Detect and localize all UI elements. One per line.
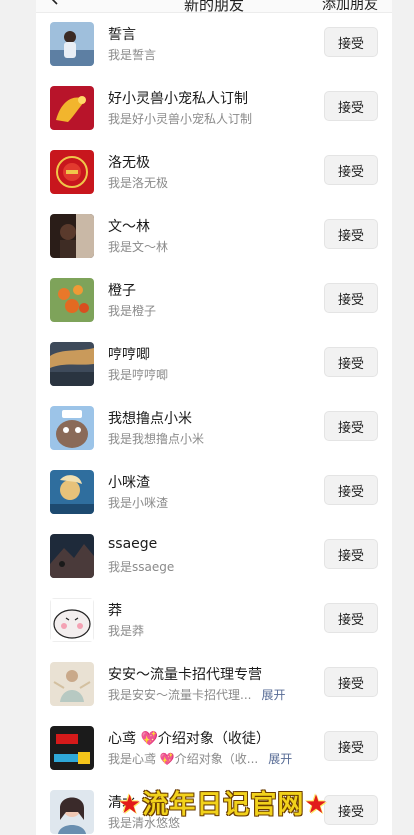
friend-name: 心鸢 💖介绍对象（收徒） [108,731,270,747]
friend-request-row[interactable]: 安安～流量卡招代理专营 我是安安～流量卡招代理... 展开 接受 [36,662,392,726]
friend-name: 橙子 [108,283,136,299]
avatar [50,534,94,578]
navigation-bar: 新的朋友 添加朋友 [36,0,392,14]
friend-name: 哼哼唧 [108,347,150,363]
friend-requests-panel: 新的朋友 添加朋友 誓言 我是誓言 接受 好小灵兽小宠私人订制 我是好小灵兽小宠… [36,0,392,835]
friend-name: 莽 [108,603,122,619]
message-text: 我是安安～流量卡招代理... [108,688,252,702]
friend-request-row[interactable]: 我想撸点小米 我是我想撸点小米 接受 [36,406,392,470]
friend-request-row[interactable]: 心鸢 💖介绍对象（收徒） 我是心鸢 💖介绍对象（收... 展开 接受 [36,726,392,790]
avatar [50,22,94,66]
star-icon: ★ [304,790,329,820]
accept-button[interactable]: 接受 [324,283,378,313]
star-icon: ★ [118,790,143,820]
friend-message: 我是洛无极 [108,176,169,190]
friend-name: 文～林 [108,219,150,235]
watermark-overlay: ★流年日记官网★ [118,784,408,824]
avatar [50,214,94,258]
accept-button[interactable]: 接受 [324,219,378,249]
friend-request-row[interactable]: 洛无极 我是洛无极 接受 [36,150,392,214]
avatar [50,598,94,642]
accept-button[interactable]: 接受 [324,475,378,505]
friend-name: 洛无极 [108,155,150,171]
avatar [50,278,94,322]
friend-request-row[interactable]: 好小灵兽小宠私人订制 我是好小灵兽小宠私人订制 接受 [36,86,392,150]
friend-request-row[interactable]: ssaege 我是ssaege 接受 [36,534,392,598]
friend-request-row[interactable]: 誓言 我是誓言 接受 [36,22,392,86]
friend-message: 我是莽 [108,624,145,638]
avatar [50,470,94,514]
accept-button[interactable]: 接受 [324,91,378,121]
friend-name: 小咪渣 [108,475,150,491]
avatar [50,150,94,194]
accept-button[interactable]: 接受 [324,603,378,633]
friend-message: 我是小咪渣 [108,496,169,510]
accept-button[interactable]: 接受 [324,539,378,569]
friend-message: 我是誓言 [108,48,157,62]
friend-name: 好小灵兽小宠私人订制 [108,91,248,107]
friend-message: 我是ssaege [108,560,175,574]
accept-button[interactable]: 接受 [324,27,378,57]
friend-message: 我是心鸢 💖介绍对象（收... 展开 [108,750,292,767]
accept-button[interactable]: 接受 [324,411,378,441]
friend-request-row[interactable]: 文～林 我是文～林 接受 [36,214,392,278]
friend-request-row[interactable]: 哼哼唧 我是哼哼唧 接受 [36,342,392,406]
friend-message: 我是哼哼唧 [108,368,169,382]
accept-button[interactable]: 接受 [324,347,378,377]
avatar [50,662,94,706]
friend-message: 我是文～林 [108,240,169,254]
watermark-text: 流年日记官网 [142,790,305,820]
friend-name: 我想撸点小米 [108,411,192,427]
accept-button[interactable]: 接受 [324,731,378,761]
friend-name: ssaege [108,536,158,552]
friend-name: 誓言 [108,27,136,43]
friend-message: 我是我想撸点小米 [108,432,205,446]
friend-request-row[interactable]: 橙子 我是橙子 接受 [36,278,392,342]
expand-link[interactable]: 展开 [268,752,292,766]
avatar [50,86,94,130]
add-friend-link[interactable]: 添加朋友 [322,0,378,14]
accept-button[interactable]: 接受 [324,155,378,185]
avatar [50,406,94,450]
message-text: 我是心鸢 💖介绍对象（收... [108,752,259,766]
friend-message: 我是好小灵兽小宠私人订制 [108,112,253,126]
friend-message: 我是安安～流量卡招代理... 展开 [108,686,285,703]
friend-name: 安安～流量卡招代理专营 [108,667,262,683]
expand-link[interactable]: 展开 [261,688,285,702]
friend-message: 我是橙子 [108,304,157,318]
friend-request-row[interactable]: 莽 我是莽 接受 [36,598,392,662]
avatar [50,726,94,770]
accept-button[interactable]: 接受 [324,667,378,697]
avatar [50,342,94,386]
friend-request-row[interactable]: 小咪渣 我是小咪渣 接受 [36,470,392,534]
avatar [50,790,94,834]
